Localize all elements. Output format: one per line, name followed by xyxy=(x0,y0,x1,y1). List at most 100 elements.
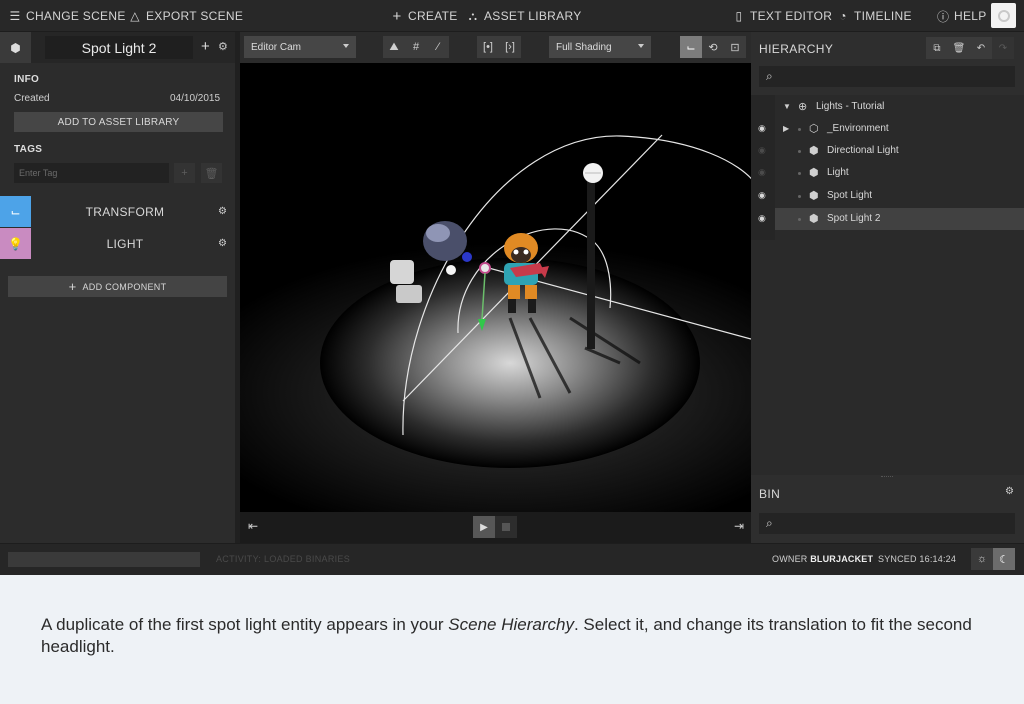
bullet-icon xyxy=(798,172,801,175)
tree-item-environment[interactable]: ◉ ▶ ⬡ _Environment xyxy=(751,118,1024,140)
scale-icon[interactable]: ⊡ xyxy=(724,36,746,58)
entity-settings-gear-icon[interactable]: ⚙ xyxy=(218,40,228,53)
terrain-icon[interactable]: ⛰ xyxy=(383,36,405,58)
transform-mode-group: ⌙ ⟲ ⊡ xyxy=(680,36,746,58)
add-component-button[interactable]: + ADD COMPONENT xyxy=(8,276,227,297)
collapse-right-icon[interactable]: ⇥ xyxy=(734,519,744,533)
user-avatar[interactable] xyxy=(991,3,1016,28)
frame-all-icon[interactable]: [›] xyxy=(499,36,521,58)
entity-header: ⬢ Spot Light 2 + ⚙ xyxy=(0,32,235,63)
transform-gear-icon[interactable]: ⚙ xyxy=(218,206,227,217)
asset-library-button[interactable]: ⛬ ASSET LIBRARY xyxy=(467,0,582,32)
create-button[interactable]: + CREATE xyxy=(391,0,458,32)
scene-tools-group: ⛰ # ⁄ xyxy=(383,36,449,58)
scene-viewport[interactable] xyxy=(240,63,751,512)
focus-tools-group: [•] [›] xyxy=(477,36,521,58)
add-to-asset-library-button[interactable]: ADD TO ASSET LIBRARY xyxy=(14,112,223,132)
trash-icon[interactable]: 🗑 xyxy=(948,37,970,59)
bin-search[interactable]: ⌕ xyxy=(759,513,1015,534)
component-light[interactable]: 💡 LIGHT ⚙ xyxy=(0,228,235,259)
camera-select-value: Editor Cam xyxy=(251,41,302,53)
chevron-down-icon xyxy=(638,44,644,48)
component-transform[interactable]: ⌙ TRANSFORM ⚙ xyxy=(0,196,235,227)
entity-name-field[interactable]: Spot Light 2 xyxy=(45,36,193,59)
light-gear-icon[interactable]: ⚙ xyxy=(218,238,227,249)
tree-item-label: Directional Light xyxy=(827,145,899,156)
tree-item-spot-light[interactable]: ◉ ⬢ Spot Light xyxy=(751,185,1024,207)
timeline-label: TIMELINE xyxy=(854,9,912,23)
bin-header: BIN ⚙ xyxy=(751,477,1024,507)
add-component-label: ADD COMPONENT xyxy=(82,281,167,292)
undo-icon[interactable]: ↶ xyxy=(970,37,992,59)
vehicle xyxy=(423,221,472,262)
eye-icon[interactable]: ◉ xyxy=(758,213,766,224)
tree-item-label: Spot Light 2 xyxy=(827,213,881,224)
hierarchy-tools: ⧉ 🗑 ↶ ↷ xyxy=(926,37,1014,59)
stop-button[interactable] xyxy=(495,516,517,538)
bin-gear-icon[interactable]: ⚙ xyxy=(1005,486,1014,497)
change-scene-button[interactable]: ☰ CHANGE SCENE xyxy=(9,0,126,32)
chevron-down-icon[interactable]: ▼ xyxy=(783,102,791,111)
created-value: 04/10/2015 xyxy=(170,93,221,104)
stopwatch-icon: ◔ xyxy=(839,9,847,23)
help-button[interactable]: ⓘ HELP xyxy=(937,0,987,32)
add-tag-plus-icon[interactable]: + xyxy=(174,163,195,183)
camera-select[interactable]: Editor Cam xyxy=(244,36,356,58)
eye-icon[interactable]: ◉ xyxy=(758,190,766,201)
eye-off-icon[interactable]: ◉ xyxy=(758,145,766,156)
moon-icon[interactable]: ☾ xyxy=(993,548,1015,570)
eye-icon[interactable]: ◉ xyxy=(758,123,766,134)
shading-select[interactable]: Full Shading xyxy=(549,36,651,58)
owner-name: BLURJACKET xyxy=(810,554,874,564)
export-icon: △ xyxy=(130,9,140,23)
tree-item-light[interactable]: ◉ ⬢ Light xyxy=(751,162,1024,184)
create-label: CREATE xyxy=(408,9,458,23)
bullet-icon xyxy=(798,218,801,221)
translate-icon[interactable]: ⌙ xyxy=(680,36,702,58)
bullet-icon xyxy=(798,128,801,131)
sync-info: SYNCED 16:14:24 xyxy=(878,554,956,564)
chevron-right-icon[interactable]: ▶ xyxy=(783,124,789,133)
theme-toggle: ☼ ☾ xyxy=(971,548,1016,570)
play-icon: ▶ xyxy=(480,521,488,533)
light-gizmo[interactable] xyxy=(446,265,456,275)
delete-tag-trash-icon[interactable]: 🗑 xyxy=(201,163,222,183)
scene-render xyxy=(240,134,751,512)
rotate-icon[interactable]: ⟲ xyxy=(702,36,724,58)
owner-label: OWNER xyxy=(772,554,808,564)
play-button[interactable]: ▶ xyxy=(473,516,495,538)
text-editor-button[interactable]: ▯ TEXT EDITOR xyxy=(733,0,832,32)
hierarchy-search[interactable]: ⌕ xyxy=(759,66,1015,87)
caption-part-1: A duplicate of the first spot light enti… xyxy=(41,615,449,634)
redo-icon[interactable]: ↷ xyxy=(992,37,1014,59)
add-entity-plus-icon[interactable]: + xyxy=(201,38,210,56)
hierarchy-panel: HIERARCHY ⧉ 🗑 ↶ ↷ ⌕ ▼ ⊕ Lights - Tutoria… xyxy=(751,32,1024,543)
sun-icon[interactable]: ☼ xyxy=(971,548,993,570)
duplicate-icon[interactable]: ⧉ xyxy=(926,37,948,59)
light-entity-icon: ⬢ xyxy=(809,167,819,179)
eye-off-icon[interactable]: ◉ xyxy=(758,167,766,178)
loading-progress-bar xyxy=(8,552,200,567)
tag-input[interactable] xyxy=(14,163,169,183)
magic-wand-icon[interactable]: ⁄ xyxy=(427,36,449,58)
focus-selection-icon[interactable]: [•] xyxy=(477,36,499,58)
plus-icon: + xyxy=(68,279,77,294)
component-transform-label: TRANSFORM xyxy=(85,204,165,219)
asset-library-label: ASSET LIBRARY xyxy=(484,9,582,23)
grid-icon[interactable]: # xyxy=(405,36,427,58)
info-section-title: INFO xyxy=(14,74,40,85)
timeline-button[interactable]: ◔ TIMELINE xyxy=(837,0,912,32)
spotlight-gizmo-selected[interactable] xyxy=(479,262,491,274)
export-scene-label: EXPORT SCENE xyxy=(146,9,244,23)
lamp-post xyxy=(587,181,595,349)
hexagon-icon: ⬡ xyxy=(809,123,819,135)
tree-item-directional-light[interactable]: ◉ ⬢ Directional Light xyxy=(751,140,1024,162)
owner-info: OWNER BLURJACKET xyxy=(772,554,873,564)
tree-item-spot-light-2[interactable]: ⬢ Spot Light 2 xyxy=(775,208,1024,230)
entity-type-icon: ⬢ xyxy=(0,32,31,63)
top-bar: ☰ CHANGE SCENE △ EXPORT SCENE + CREATE ⛬… xyxy=(0,0,1024,32)
collapse-left-icon[interactable]: ⇤ xyxy=(248,519,258,533)
tree-item-lights-tutorial[interactable]: ▼ ⊕ Lights - Tutorial xyxy=(751,96,1024,118)
export-scene-button[interactable]: △ EXPORT SCENE xyxy=(129,0,243,32)
bullet-icon xyxy=(798,195,801,198)
